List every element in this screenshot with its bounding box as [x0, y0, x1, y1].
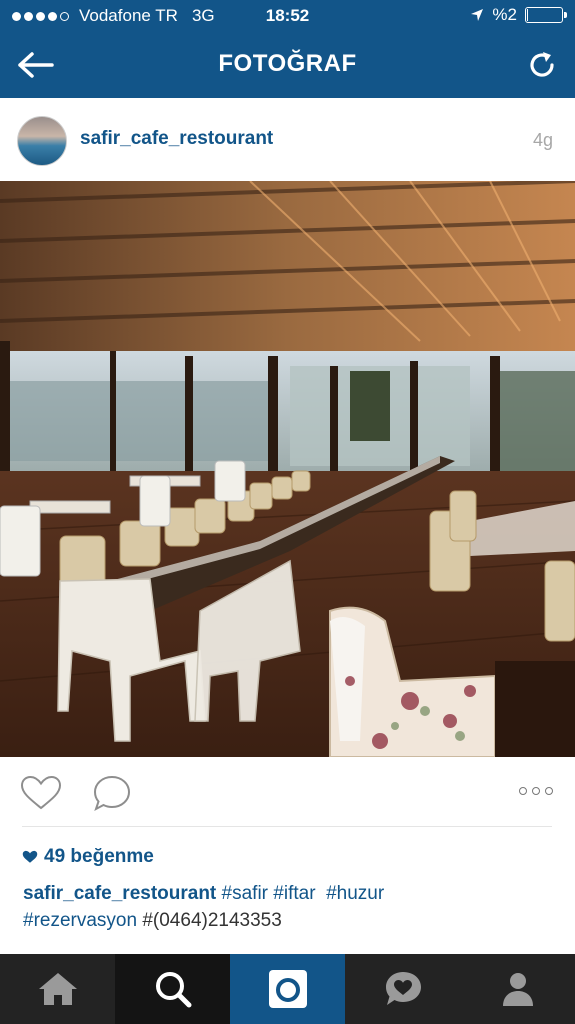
post-photo[interactable]: [0, 181, 575, 757]
hashtag[interactable]: #rezervasyon: [23, 910, 137, 931]
nav-bar: FOTOĞRAF: [0, 32, 575, 98]
likes-label: 49 beğenme: [44, 846, 154, 867]
tab-home[interactable]: [0, 954, 115, 1024]
caption-username[interactable]: safir_cafe_restourant: [23, 883, 216, 904]
likes-count[interactable]: 49 beğenme: [22, 846, 154, 868]
likes-heart-icon: [22, 850, 38, 863]
post-caption: safir_cafe_restourant #safir #iftar #huz…: [23, 880, 553, 934]
avatar[interactable]: [17, 116, 67, 166]
battery-icon: [525, 7, 567, 23]
heart-icon[interactable]: [20, 775, 62, 811]
post-age: 4g: [532, 130, 553, 150]
battery-percent: %2: [492, 5, 517, 24]
camera-icon: [268, 970, 307, 1008]
tab-bar: [0, 954, 575, 1024]
post-header: safir_cafe_restourant 4g: [0, 98, 575, 181]
search-icon: [155, 972, 191, 1008]
refresh-icon[interactable]: [525, 48, 559, 82]
status-bar: Vodafone TR 3G 18:52 %2: [0, 0, 575, 32]
post-actions: [0, 757, 575, 827]
tab-profile[interactable]: [460, 954, 575, 1024]
tab-activity[interactable]: [345, 954, 460, 1024]
divider: [22, 826, 552, 827]
tab-camera[interactable]: [230, 954, 345, 1024]
tab-search[interactable]: [115, 954, 230, 1024]
post-username[interactable]: safir_cafe_restourant: [80, 128, 273, 150]
location-arrow-icon: [471, 9, 484, 21]
activity-icon: [385, 972, 421, 1005]
caption-phone: #(0464)2143353: [142, 910, 282, 931]
more-options-icon[interactable]: [519, 787, 553, 795]
home-icon: [38, 973, 77, 1005]
hashtag[interactable]: #huzur: [326, 883, 384, 904]
top-header: Vodafone TR 3G 18:52 %2 FOTOĞRAF: [0, 0, 575, 98]
status-right: %2: [470, 5, 567, 25]
hashtag[interactable]: #safir: [222, 883, 268, 904]
page-title: FOTOĞRAF: [218, 50, 357, 77]
restaurant-photo-image: [0, 181, 575, 757]
profile-icon: [502, 973, 533, 1006]
hashtag[interactable]: #iftar: [273, 883, 315, 904]
comment-icon[interactable]: [92, 774, 132, 812]
